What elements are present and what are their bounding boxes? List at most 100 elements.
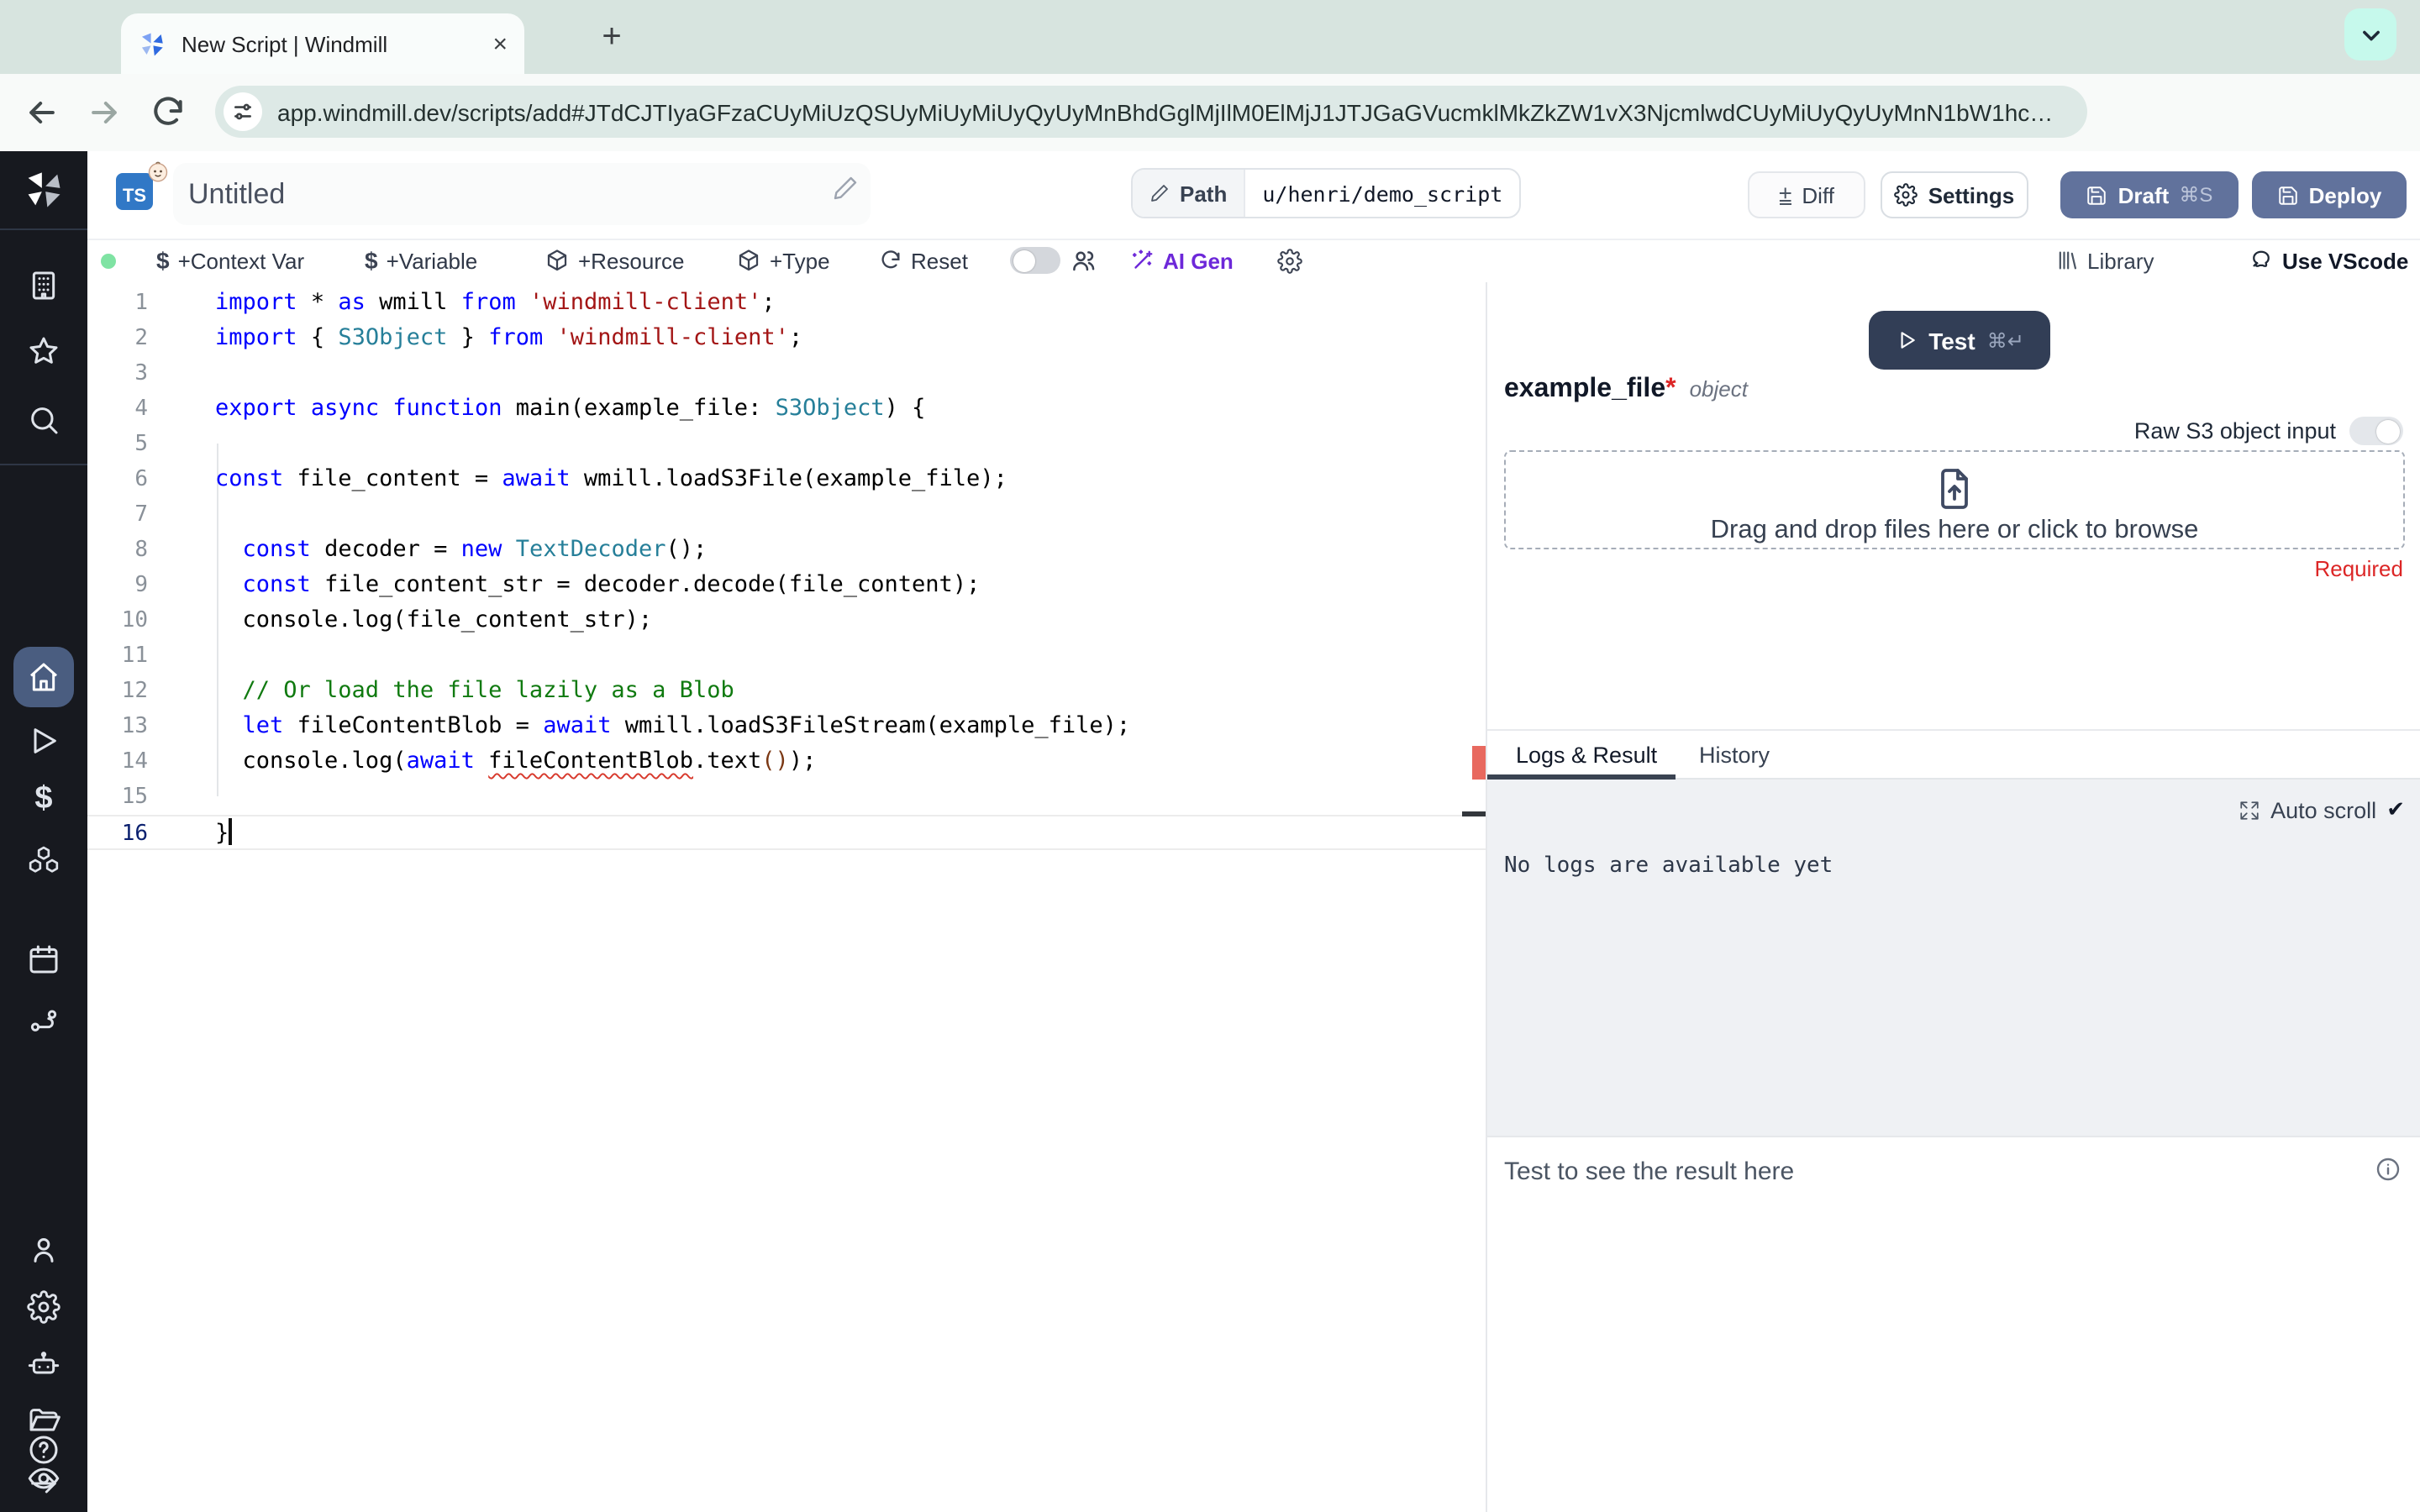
code-line[interactable]: 4 export async function main(example_file…	[87, 391, 1486, 426]
code-text: export async function main(example_file:…	[215, 394, 926, 421]
sidebar-item-search[interactable]	[27, 403, 60, 437]
draft-shortcut: ⌘S	[2179, 183, 2213, 207]
expand-icon[interactable]	[2238, 799, 2260, 821]
add-type-button[interactable]: +Type	[736, 240, 830, 281]
path-label-segment[interactable]: Path	[1133, 170, 1246, 217]
deploy-button[interactable]: Deploy	[2252, 171, 2407, 218]
code-line[interactable]: 13 let fileContentBlob = await wmill.loa…	[87, 708, 1486, 743]
code-editor[interactable]: 1 import * as wmill from 'windmill-client…	[87, 282, 1486, 1512]
toggle-knob	[1013, 249, 1035, 271]
line-number: 8	[134, 537, 148, 562]
windmill-favicon	[141, 32, 163, 55]
emoji-badge	[148, 161, 168, 182]
url-text[interactable]: app.windmill.dev/scripts/add#JTdCJTIyaGF…	[277, 98, 2053, 125]
line-number: 11	[121, 643, 148, 668]
add-variable-button[interactable]: $ +Variable	[365, 240, 477, 281]
code-text: console.log(file_content_str);	[215, 606, 653, 633]
line-number: 7	[134, 501, 148, 527]
main-area: TS Untitled Path u/henri/demo_script ± D…	[87, 151, 2420, 1512]
collab-toggle-track[interactable]	[1010, 247, 1060, 274]
browser-dropdown-button[interactable]	[2344, 8, 2396, 60]
sidebar-item-flows[interactable]	[27, 1005, 60, 1038]
collaborators-icon[interactable]	[1069, 247, 1097, 276]
code-line[interactable]: 6 const file_content = await wmill.loadS3…	[87, 461, 1486, 496]
help-icon[interactable]	[27, 1433, 60, 1467]
line-number: 15	[121, 784, 148, 809]
code-line[interactable]: 16}	[87, 814, 1486, 849]
use-vscode-button[interactable]: Use VScode	[2249, 240, 2408, 281]
path-value[interactable]: u/henri/demo_script	[1245, 170, 1519, 217]
sidebar-item-home[interactable]	[27, 660, 60, 694]
info-icon[interactable]	[2375, 1156, 2402, 1183]
edit-title-pencil-icon[interactable]	[832, 175, 859, 202]
code-line[interactable]: 8 const decoder = new TextDecoder();	[87, 532, 1486, 567]
sidebar-item-users[interactable]	[27, 1233, 60, 1267]
reload-icon[interactable]	[150, 94, 187, 131]
line-number: 4	[134, 396, 148, 421]
sidebar-item-workspace[interactable]	[27, 269, 60, 302]
add-type-label: +Type	[770, 248, 830, 273]
add-resource-button[interactable]: +Resource	[544, 240, 684, 281]
sidebar-divider	[0, 464, 87, 465]
file-dropzone[interactable]: Drag and drop files here or click to bro…	[1504, 450, 2405, 549]
code-line[interactable]: 9 const file_content_str = decoder.decod…	[87, 567, 1486, 602]
editor-settings-gear-icon[interactable]	[1277, 249, 1302, 274]
add-context-var-button[interactable]: $ +Context Var	[156, 240, 304, 281]
auto-scroll-control[interactable]: Auto scroll ✔	[2238, 796, 2405, 823]
diff-icon: ±	[1779, 180, 1792, 207]
code-text: // Or load the file lazily as a Blob	[215, 676, 734, 703]
sidebar-item-variables[interactable]: $	[27, 781, 60, 816]
line-number: 5	[134, 431, 148, 456]
ai-gen-button[interactable]: AI Gen	[1129, 240, 1234, 281]
line-number: 6	[134, 466, 148, 491]
browser-tab[interactable]: New Script | Windmill ×	[121, 13, 524, 74]
raw-s3-toggle[interactable]	[2349, 417, 2403, 445]
test-button[interactable]: Test ⌘↵	[1869, 311, 2050, 370]
script-title[interactable]: Untitled	[188, 178, 285, 212]
code-line[interactable]: 2 import { S3Object } from 'windmill-clie…	[87, 320, 1486, 355]
code-line[interactable]: 5	[87, 426, 1486, 461]
settings-label: Settings	[1928, 182, 2015, 207]
windmill-logo[interactable]	[22, 168, 66, 212]
raw-s3-toggle-row[interactable]: Raw S3 object input	[2134, 417, 2403, 445]
code-line[interactable]: 11	[87, 638, 1486, 673]
tab-logs-result[interactable]: Logs & Result	[1516, 743, 1657, 768]
sidebar-item-settings[interactable]	[27, 1290, 60, 1324]
draft-button[interactable]: Draft ⌘S	[2060, 171, 2238, 218]
settings-button[interactable]: Settings	[1881, 171, 2028, 218]
new-tab-button[interactable]: +	[592, 17, 632, 57]
gear-icon	[1894, 183, 1918, 207]
url-bar[interactable]: app.windmill.dev/scripts/add#JTdCJTIyaGF…	[215, 86, 2087, 138]
editor-toolbar: $ +Context Var $ +Variable +Resource +Ty…	[87, 239, 2420, 286]
code-line[interactable]: 1 import * as wmill from 'windmill-client…	[87, 285, 1486, 320]
sidebar-item-runs[interactable]	[27, 724, 60, 758]
raw-s3-label: Raw S3 object input	[2133, 418, 2336, 444]
line-number: 10	[121, 607, 148, 633]
library-icon	[2059, 251, 2077, 270]
tab-history[interactable]: History	[1699, 743, 1770, 768]
sidebar-item-resources[interactable]	[27, 843, 60, 877]
tab-close-icon[interactable]: ×	[492, 29, 508, 58]
code-line[interactable]: 7	[87, 496, 1486, 532]
code-line[interactable]: 15	[87, 779, 1486, 814]
code-line[interactable]: 12 // Or load the file lazily as a Blob	[87, 673, 1486, 708]
code-text: import * as wmill from 'windmill-client'…	[215, 288, 776, 315]
sidebar-item-schedules[interactable]	[27, 942, 60, 976]
site-info-icon[interactable]	[224, 92, 262, 131]
sidebar-item-favorites[interactable]	[27, 334, 60, 368]
back-icon[interactable]	[24, 94, 60, 131]
library-button[interactable]: Library	[2055, 240, 2154, 281]
reset-button[interactable]: Reset	[879, 240, 968, 281]
expand-sidebar-icon[interactable]	[27, 1467, 60, 1500]
diff-button[interactable]: ± Diff	[1748, 171, 1865, 218]
line-number: 3	[134, 360, 148, 386]
ai-gen-label: AI Gen	[1163, 248, 1234, 273]
collab-toggle[interactable]	[1010, 240, 1060, 281]
sidebar-item-workers[interactable]	[27, 1347, 60, 1381]
code-line[interactable]: 14 console.log(await fileContentBlob.tex…	[87, 743, 1486, 779]
code-line[interactable]: 3	[87, 355, 1486, 391]
path-widget[interactable]: Path u/henri/demo_script	[1131, 168, 1522, 218]
play-icon	[1900, 332, 1914, 349]
forward-icon[interactable]	[86, 94, 123, 131]
code-line[interactable]: 10 console.log(file_content_str);	[87, 602, 1486, 638]
